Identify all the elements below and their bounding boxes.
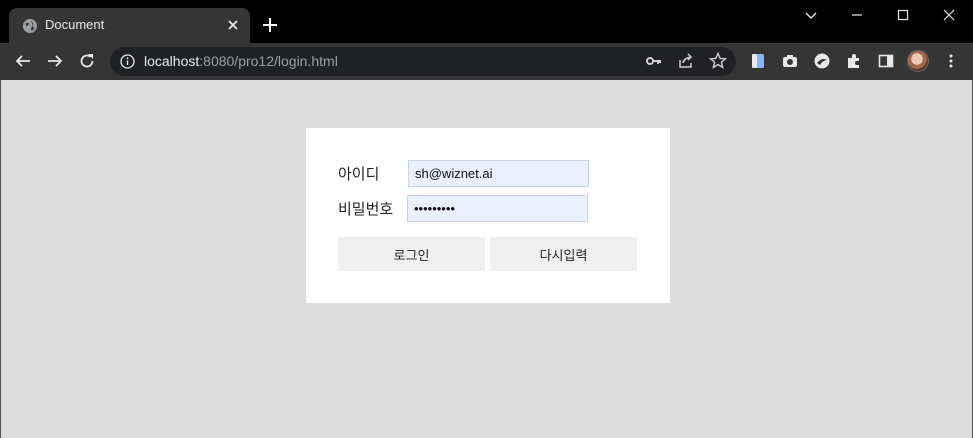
minimize-icon[interactable] bbox=[846, 4, 868, 26]
tab-search-chevron-icon[interactable] bbox=[800, 4, 822, 26]
profile-avatar[interactable] bbox=[907, 50, 929, 72]
back-arrow-icon[interactable] bbox=[13, 51, 33, 71]
menu-kebab-icon[interactable] bbox=[941, 51, 961, 71]
extensions-puzzle-icon[interactable] bbox=[844, 51, 864, 71]
bookmark-star-icon[interactable] bbox=[708, 51, 728, 71]
close-tab-icon[interactable] bbox=[224, 16, 242, 34]
close-window-icon[interactable] bbox=[938, 4, 960, 26]
tab-title: Document bbox=[45, 17, 105, 32]
password-input[interactable] bbox=[407, 195, 588, 222]
site-info-icon[interactable] bbox=[119, 53, 136, 70]
page-content: 아이디 비밀번호 로그인 다시입력 bbox=[0, 80, 973, 438]
address-bar[interactable]: localhost:8080/pro12/login.html bbox=[110, 47, 736, 76]
extension-circle-icon[interactable] bbox=[812, 51, 832, 71]
forward-arrow-icon[interactable] bbox=[45, 51, 65, 71]
new-tab-icon[interactable] bbox=[260, 15, 280, 35]
id-label: 아이디 bbox=[338, 165, 380, 183]
key-icon[interactable] bbox=[644, 51, 664, 71]
url-text: localhost:8080/pro12/login.html bbox=[144, 53, 338, 69]
reload-icon[interactable] bbox=[77, 51, 97, 71]
docs-extension-icon[interactable] bbox=[748, 51, 768, 71]
reset-button[interactable]: 다시입력 bbox=[490, 237, 637, 271]
id-input[interactable] bbox=[408, 160, 589, 187]
url-host: localhost bbox=[144, 53, 200, 69]
browser-toolbar: localhost:8080/pro12/login.html bbox=[0, 43, 973, 80]
password-label: 비밀번호 bbox=[338, 200, 394, 218]
camera-icon[interactable] bbox=[780, 51, 800, 71]
login-form: 아이디 비밀번호 로그인 다시입력 bbox=[306, 128, 670, 303]
globe-icon bbox=[23, 19, 37, 33]
maximize-icon[interactable] bbox=[892, 4, 914, 26]
browser-title-bar: Document bbox=[0, 0, 973, 43]
share-icon[interactable] bbox=[676, 51, 696, 71]
side-panel-icon[interactable] bbox=[876, 51, 896, 71]
login-button[interactable]: 로그인 bbox=[338, 237, 485, 271]
url-path: :8080/pro12/login.html bbox=[199, 53, 338, 69]
browser-tab[interactable]: Document bbox=[9, 8, 250, 43]
